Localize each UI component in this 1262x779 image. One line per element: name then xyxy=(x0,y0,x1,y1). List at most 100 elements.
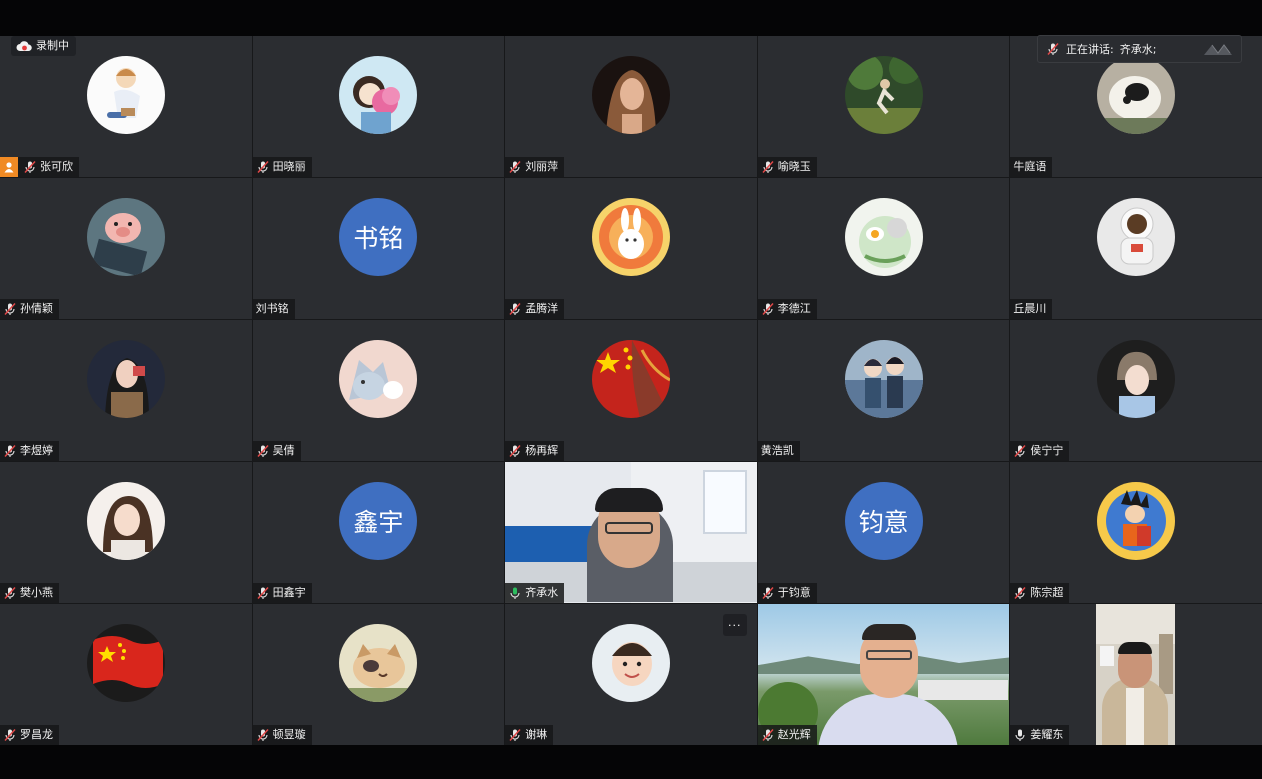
avatar xyxy=(86,56,165,134)
participant-tile[interactable]: 侯宁宁 xyxy=(1010,320,1262,461)
participant-tile[interactable]: 刘丽萍 xyxy=(505,36,757,177)
participant-name-tag: 田鑫宇 xyxy=(252,583,312,603)
participant-name-tag: 顿昱璇 xyxy=(252,725,312,745)
participant-name: 于钧意 xyxy=(777,586,811,599)
participant-tile[interactable]: 姜耀东 xyxy=(1010,604,1262,745)
participant-name-tag: 黄浩凯 xyxy=(757,441,800,461)
participant-tile[interactable]: 齐承水 xyxy=(505,462,757,603)
participant-name-tag: 田晓丽 xyxy=(252,157,312,177)
avatar xyxy=(1097,198,1176,276)
participant-name: 牛庭语 xyxy=(1013,160,1047,173)
participant-name: 喻晓玉 xyxy=(777,160,811,173)
top-bar xyxy=(0,0,1262,36)
participant-tile[interactable]: 吴倩 xyxy=(252,320,505,461)
participant-name: 田鑫宇 xyxy=(272,586,306,599)
mic-muted-icon[interactable] xyxy=(761,728,775,742)
mic-muted-icon[interactable] xyxy=(508,302,522,316)
participant-tile[interactable]: 杨再辉 xyxy=(505,320,757,461)
mic-muted-icon[interactable] xyxy=(761,586,775,600)
participant-name-tag: 赵光辉 xyxy=(757,725,817,745)
mic-muted-icon[interactable] xyxy=(761,302,775,316)
participant-tile[interactable]: 喻晓玉 xyxy=(757,36,1010,177)
participant-name: 赵光辉 xyxy=(777,728,811,741)
participant-name-tag: 谢琳 xyxy=(505,725,554,745)
mic-muted-icon[interactable] xyxy=(3,302,17,316)
avatar xyxy=(86,482,165,560)
participant-tile[interactable]: 罗昌龙 xyxy=(0,604,252,745)
participant-video xyxy=(757,604,1010,745)
participant-tile[interactable]: 顿昱璇 xyxy=(252,604,505,745)
participant-name: 顿昱璇 xyxy=(272,728,306,741)
avatar xyxy=(86,340,165,418)
participant-name-tag: 罗昌龙 xyxy=(0,725,59,745)
participant-name-tag: 刘丽萍 xyxy=(505,157,565,177)
participant-tile[interactable]: 黄浩凯 xyxy=(757,320,1010,461)
avatar xyxy=(844,198,923,276)
mic-muted-icon[interactable] xyxy=(256,586,270,600)
avatar: 鑫宇 xyxy=(339,482,418,560)
mic-muted-icon[interactable] xyxy=(256,160,270,174)
mic-muted-icon[interactable] xyxy=(761,160,775,174)
bottom-bar xyxy=(0,745,1262,779)
participant-tile[interactable]: 赵光辉 xyxy=(757,604,1010,745)
speaking-prefix: 正在讲话: xyxy=(1066,43,1114,56)
participant-name: 刘书铭 xyxy=(255,302,289,315)
avatar xyxy=(1097,56,1176,134)
participant-tile[interactable]: 孟腾洋 xyxy=(505,178,757,319)
participant-name: 陈宗超 xyxy=(1030,586,1064,599)
mic-on-icon[interactable] xyxy=(1013,728,1027,742)
participant-name: 李煜婷 xyxy=(20,444,53,457)
avatar xyxy=(844,340,923,418)
mic-muted-icon[interactable] xyxy=(3,444,17,458)
participant-name-tag: 孟腾洋 xyxy=(505,299,565,319)
participant-name: 吴倩 xyxy=(272,444,295,457)
avatar xyxy=(591,198,670,276)
participant-tile[interactable]: 樊小燕 xyxy=(0,462,252,603)
mic-muted-icon[interactable] xyxy=(256,728,270,742)
participant-tile[interactable]: ··· 谢琳 xyxy=(505,604,757,745)
participant-tile[interactable]: 张可欣 xyxy=(0,36,252,177)
mic-muted-icon[interactable] xyxy=(508,728,522,742)
speaking-name: 齐承水; xyxy=(1119,43,1157,56)
mic-speaking-icon[interactable] xyxy=(508,586,522,600)
mic-muted-icon[interactable] xyxy=(3,728,17,742)
participant-video xyxy=(505,462,757,603)
mic-muted-icon[interactable] xyxy=(508,160,522,174)
participant-name-tag: 刘书铭 xyxy=(252,299,295,319)
participant-name-tag: 牛庭语 xyxy=(1010,157,1053,177)
avatar xyxy=(591,340,670,418)
more-options-button[interactable]: ··· xyxy=(722,614,747,636)
participant-tile[interactable]: 陈宗超 xyxy=(1010,462,1262,603)
signal-icon xyxy=(1204,44,1233,55)
mic-muted-icon[interactable] xyxy=(23,160,37,174)
avatar xyxy=(339,56,418,134)
participant-name-tag: 樊小燕 xyxy=(0,583,59,603)
participant-tile[interactable]: 孙倩颖 xyxy=(0,178,252,319)
mic-muted-icon[interactable] xyxy=(1013,444,1027,458)
participant-name-tag: 丘晨川 xyxy=(1010,299,1053,319)
participant-tile[interactable]: 书铭 刘书铭 xyxy=(252,178,505,319)
participant-video xyxy=(1096,604,1176,745)
avatar: 钧意 xyxy=(844,482,923,560)
recording-label: 录制中 xyxy=(36,39,69,52)
participant-name: 田晓丽 xyxy=(272,160,306,173)
recording-indicator[interactable]: 录制中 xyxy=(11,36,76,56)
mic-muted-icon[interactable] xyxy=(256,444,270,458)
participant-tile[interactable]: 鑫宇田鑫宇 xyxy=(252,462,505,603)
participant-tile[interactable]: 李煜婷 xyxy=(0,320,252,461)
mic-muted-icon[interactable] xyxy=(508,444,522,458)
participant-name-tag: 孙倩颖 xyxy=(0,299,59,319)
speaking-indicator: 正在讲话: 齐承水; xyxy=(1037,35,1242,63)
mic-muted-icon[interactable] xyxy=(3,586,17,600)
participant-tile[interactable]: 李德江 xyxy=(757,178,1010,319)
participant-name-tag: 于钧意 xyxy=(757,583,817,603)
participant-tile[interactable]: 丘晨川 xyxy=(1010,178,1262,319)
participant-tile[interactable]: 钧意于钧意 xyxy=(757,462,1010,603)
participant-name: 刘丽萍 xyxy=(525,160,559,173)
cloud-record-icon xyxy=(16,41,32,51)
mic-muted-icon[interactable] xyxy=(1013,586,1027,600)
avatar xyxy=(339,624,418,702)
participant-tile[interactable]: 田晓丽 xyxy=(252,36,505,177)
participant-name: 李德江 xyxy=(777,302,811,315)
host-icon xyxy=(0,157,18,177)
